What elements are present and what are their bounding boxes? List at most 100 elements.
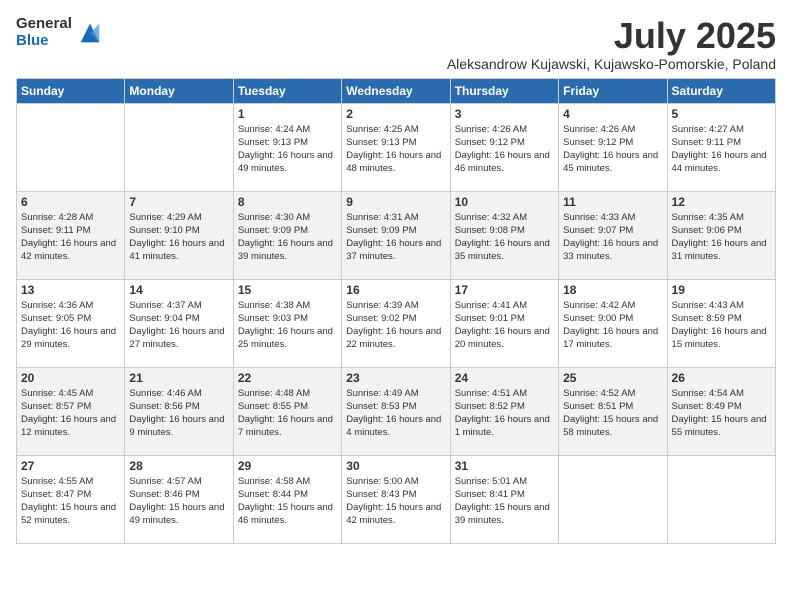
day-number: 4 [563, 107, 662, 121]
day-number: 28 [129, 459, 228, 473]
day-info: Sunrise: 4:54 AM Sunset: 8:49 PM Dayligh… [672, 387, 771, 440]
month-title: July 2025 [447, 16, 776, 56]
day-number: 14 [129, 283, 228, 297]
day-number: 5 [672, 107, 771, 121]
day-info: Sunrise: 4:28 AM Sunset: 9:11 PM Dayligh… [21, 211, 120, 264]
calendar-table: SundayMondayTuesdayWednesdayThursdayFrid… [16, 78, 776, 544]
calendar-week-4: 20 Sunrise: 4:45 AM Sunset: 8:57 PM Dayli… [17, 367, 776, 455]
day-info: Sunrise: 4:35 AM Sunset: 9:06 PM Dayligh… [672, 211, 771, 264]
calendar-cell: 27 Sunrise: 4:55 AM Sunset: 8:47 PM Dayli… [17, 455, 125, 543]
day-number: 6 [21, 195, 120, 209]
day-number: 23 [346, 371, 445, 385]
day-info: Sunrise: 5:00 AM Sunset: 8:43 PM Dayligh… [346, 475, 445, 528]
calendar-cell: 11 Sunrise: 4:33 AM Sunset: 9:07 PM Dayli… [559, 191, 667, 279]
day-number: 1 [238, 107, 337, 121]
calendar-cell: 26 Sunrise: 4:54 AM Sunset: 8:49 PM Dayli… [667, 367, 775, 455]
day-info: Sunrise: 4:55 AM Sunset: 8:47 PM Dayligh… [21, 475, 120, 528]
day-info: Sunrise: 4:30 AM Sunset: 9:09 PM Dayligh… [238, 211, 337, 264]
calendar-cell: 7Sunrise: 4:29 AM Sunset: 9:10 PM Daylig… [125, 191, 233, 279]
day-number: 8 [238, 195, 337, 209]
calendar-cell: 30 Sunrise: 5:00 AM Sunset: 8:43 PM Dayli… [342, 455, 450, 543]
day-number: 29 [238, 459, 337, 473]
day-number: 30 [346, 459, 445, 473]
day-number: 11 [563, 195, 662, 209]
header-saturday: Saturday [667, 78, 775, 103]
calendar-cell: 28Sunrise: 4:57 AM Sunset: 8:46 PM Dayli… [125, 455, 233, 543]
day-number: 31 [455, 459, 554, 473]
calendar-cell: 9 Sunrise: 4:31 AM Sunset: 9:09 PM Daylig… [342, 191, 450, 279]
calendar-week-2: 6 Sunrise: 4:28 AM Sunset: 9:11 PM Daylig… [17, 191, 776, 279]
day-info: Sunrise: 4:42 AM Sunset: 9:00 PM Dayligh… [563, 299, 662, 352]
day-number: 16 [346, 283, 445, 297]
header-monday: Monday [125, 78, 233, 103]
day-number: 22 [238, 371, 337, 385]
title-block: July 2025 Aleksandrow Kujawski, Kujawsko… [447, 16, 776, 72]
day-info: Sunrise: 4:32 AM Sunset: 9:08 PM Dayligh… [455, 211, 554, 264]
day-info: Sunrise: 4:58 AM Sunset: 8:44 PM Dayligh… [238, 475, 337, 528]
day-info: Sunrise: 4:38 AM Sunset: 9:03 PM Dayligh… [238, 299, 337, 352]
calendar-cell [667, 455, 775, 543]
day-info: Sunrise: 4:45 AM Sunset: 8:57 PM Dayligh… [21, 387, 120, 440]
calendar-cell: 19 Sunrise: 4:43 AM Sunset: 8:59 PM Dayli… [667, 279, 775, 367]
calendar-cell: 31 Sunrise: 5:01 AM Sunset: 8:41 PM Dayli… [450, 455, 558, 543]
calendar-cell: 23 Sunrise: 4:49 AM Sunset: 8:53 PM Dayli… [342, 367, 450, 455]
location-subtitle: Aleksandrow Kujawski, Kujawsko-Pomorskie… [447, 56, 776, 72]
day-number: 26 [672, 371, 771, 385]
calendar-cell [125, 103, 233, 191]
day-number: 9 [346, 195, 445, 209]
day-info: Sunrise: 4:41 AM Sunset: 9:01 PM Dayligh… [455, 299, 554, 352]
day-info: Sunrise: 4:49 AM Sunset: 8:53 PM Dayligh… [346, 387, 445, 440]
calendar-cell: 3 Sunrise: 4:26 AM Sunset: 9:12 PM Daylig… [450, 103, 558, 191]
logo-general-text: General [16, 16, 72, 33]
logo-blue-text: Blue [16, 33, 72, 50]
calendar-week-3: 13Sunrise: 4:36 AM Sunset: 9:05 PM Dayli… [17, 279, 776, 367]
calendar-cell [17, 103, 125, 191]
calendar-cell: 17Sunrise: 4:41 AM Sunset: 9:01 PM Dayli… [450, 279, 558, 367]
calendar-cell: 24 Sunrise: 4:51 AM Sunset: 8:52 PM Dayli… [450, 367, 558, 455]
calendar-cell: 8 Sunrise: 4:30 AM Sunset: 9:09 PM Daylig… [233, 191, 341, 279]
day-info: Sunrise: 4:26 AM Sunset: 9:12 PM Dayligh… [563, 123, 662, 176]
day-info: Sunrise: 4:24 AM Sunset: 9:13 PM Dayligh… [238, 123, 337, 176]
day-info: Sunrise: 4:31 AM Sunset: 9:09 PM Dayligh… [346, 211, 445, 264]
calendar-cell: 16Sunrise: 4:39 AM Sunset: 9:02 PM Dayli… [342, 279, 450, 367]
calendar-cell: 13Sunrise: 4:36 AM Sunset: 9:05 PM Dayli… [17, 279, 125, 367]
day-number: 10 [455, 195, 554, 209]
day-number: 12 [672, 195, 771, 209]
calendar-header-row: SundayMondayTuesdayWednesdayThursdayFrid… [17, 78, 776, 103]
logo: General Blue [16, 16, 104, 49]
header-friday: Friday [559, 78, 667, 103]
day-number: 27 [21, 459, 120, 473]
day-info: Sunrise: 5:01 AM Sunset: 8:41 PM Dayligh… [455, 475, 554, 528]
calendar-cell: 21 Sunrise: 4:46 AM Sunset: 8:56 PM Dayli… [125, 367, 233, 455]
calendar-cell: 1 Sunrise: 4:24 AM Sunset: 9:13 PM Daylig… [233, 103, 341, 191]
day-number: 15 [238, 283, 337, 297]
calendar-cell: 20 Sunrise: 4:45 AM Sunset: 8:57 PM Dayli… [17, 367, 125, 455]
day-number: 21 [129, 371, 228, 385]
day-info: Sunrise: 4:43 AM Sunset: 8:59 PM Dayligh… [672, 299, 771, 352]
calendar-cell: 25Sunrise: 4:52 AM Sunset: 8:51 PM Dayli… [559, 367, 667, 455]
day-info: Sunrise: 4:36 AM Sunset: 9:05 PM Dayligh… [21, 299, 120, 352]
day-info: Sunrise: 4:29 AM Sunset: 9:10 PM Dayligh… [129, 211, 228, 264]
day-number: 20 [21, 371, 120, 385]
header-tuesday: Tuesday [233, 78, 341, 103]
calendar-cell: 29 Sunrise: 4:58 AM Sunset: 8:44 PM Dayli… [233, 455, 341, 543]
day-info: Sunrise: 4:33 AM Sunset: 9:07 PM Dayligh… [563, 211, 662, 264]
calendar-cell [559, 455, 667, 543]
page-header: General Blue July 2025 Aleksandrow Kujaw… [16, 16, 776, 72]
day-number: 24 [455, 371, 554, 385]
day-info: Sunrise: 4:27 AM Sunset: 9:11 PM Dayligh… [672, 123, 771, 176]
day-number: 25 [563, 371, 662, 385]
day-info: Sunrise: 4:46 AM Sunset: 8:56 PM Dayligh… [129, 387, 228, 440]
day-number: 19 [672, 283, 771, 297]
logo-icon [76, 19, 104, 47]
calendar-cell: 6 Sunrise: 4:28 AM Sunset: 9:11 PM Daylig… [17, 191, 125, 279]
day-number: 3 [455, 107, 554, 121]
day-number: 18 [563, 283, 662, 297]
calendar-week-5: 27 Sunrise: 4:55 AM Sunset: 8:47 PM Dayli… [17, 455, 776, 543]
day-info: Sunrise: 4:26 AM Sunset: 9:12 PM Dayligh… [455, 123, 554, 176]
day-info: Sunrise: 4:51 AM Sunset: 8:52 PM Dayligh… [455, 387, 554, 440]
day-number: 2 [346, 107, 445, 121]
calendar-cell: 22 Sunrise: 4:48 AM Sunset: 8:55 PM Dayli… [233, 367, 341, 455]
day-info: Sunrise: 4:48 AM Sunset: 8:55 PM Dayligh… [238, 387, 337, 440]
calendar-cell: 10 Sunrise: 4:32 AM Sunset: 9:08 PM Dayli… [450, 191, 558, 279]
